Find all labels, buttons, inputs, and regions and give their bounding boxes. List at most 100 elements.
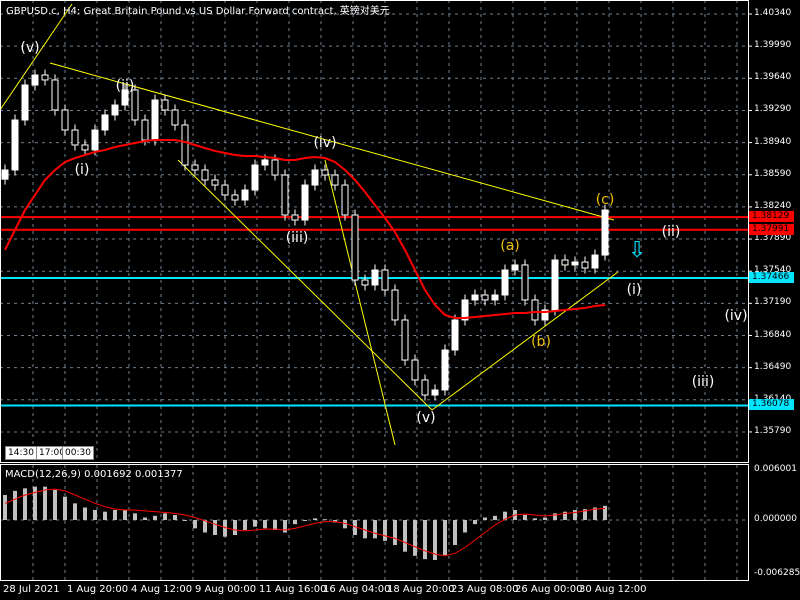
candle-body [91,129,99,151]
candle-body [591,254,599,269]
candle-body [321,169,329,176]
macd-bar [3,495,7,520]
candle-body [271,159,279,176]
time-box: 00:30 [62,446,94,460]
macd-bar [383,520,387,541]
y-tick-label: 1.38240 [754,200,792,211]
candle-body [491,294,499,301]
candle-body [431,389,439,396]
y-tick-label: 1.35790 [754,425,792,436]
candle-body [531,299,539,321]
macd-bar [103,511,107,520]
candle-body [381,269,389,291]
wave-label: (iii) [285,230,309,246]
macd-bar [73,503,77,520]
x-tick-label: 16 Aug 04:00 [323,584,391,595]
candle-body [511,264,519,271]
macd-bar [183,520,187,521]
candle-body [61,109,69,131]
macd-bar [303,520,307,521]
macd-bar [43,486,47,520]
wave-label: (i) [74,162,90,178]
macd-bar [523,515,527,520]
candle-body [201,169,209,181]
macd-bar [443,520,447,555]
macd-bar [143,517,147,520]
macd-bar [113,510,117,520]
macd-histogram [3,486,607,560]
macd-bar [403,520,407,552]
candle-body [291,214,299,221]
wave-label: (iii) [691,374,715,390]
macd-bar [243,520,247,530]
candle-body [301,184,309,221]
candle-body [361,279,369,286]
y-tick-label: 1.39990 [754,40,792,51]
candle-body [551,259,559,311]
macd-bar [293,520,297,525]
candle-body [231,194,239,201]
macd-bar [533,518,537,520]
candle-body [391,289,399,321]
wave-label: (ii) [115,78,135,94]
macd-bar [63,496,67,520]
y-tick-label: 1.36840 [754,329,792,340]
candle-body [571,261,579,266]
macd-bar [83,507,87,520]
wave-label: (iv) [313,135,337,151]
candle-body [311,169,319,186]
candle-body [261,159,269,166]
macd-bar [373,520,377,539]
candle-body [561,259,569,266]
macd-bar [463,520,467,533]
macd-bar [393,520,397,545]
candle-body [141,119,149,141]
candle-body [81,144,89,151]
candle-body [211,179,219,186]
macd-bar [413,520,417,556]
candle-body [521,264,529,301]
macd-bar [123,510,127,520]
macd-bar [483,517,487,520]
candle-body [101,114,109,131]
macd-bar [493,515,497,520]
x-tick-label: 26 Aug 00:00 [515,584,583,595]
candle-body [471,294,479,301]
wave-label: (i) [626,282,642,298]
price-level-tag: 1.37466 [749,271,794,283]
x-tick-label: 28 Jul 2021 [3,584,60,595]
price-level-tag: 1.38129 [749,211,794,223]
candle-body [281,174,289,216]
wave-label: (a) [500,238,520,254]
macd-bar [163,513,167,520]
x-tick-label: 4 Aug 12:00 [131,584,193,595]
candle-body [421,379,429,396]
candle-body [601,209,609,256]
candle-body [411,359,419,381]
macd-bar [233,520,237,535]
candle-body [31,74,39,86]
candle-body [131,89,139,121]
y-tick-label: 1.39640 [754,72,792,83]
wave-label: (c) [595,192,615,208]
candle-body [221,184,229,196]
candle-body [151,99,159,141]
macd-bar [23,488,27,520]
candle-body [51,79,59,111]
candle-body [241,189,249,201]
candle-body [191,164,199,171]
y-tick-label: 1.37190 [754,297,792,308]
macd-bar [283,520,287,533]
candle-body [341,184,349,216]
macd-bar [203,520,207,533]
trendline [0,3,73,111]
macd-bar [93,510,97,520]
macd-signal-line [4,488,606,557]
wave-label: (v) [416,410,436,426]
macd-bar [423,520,427,560]
macd-bar [53,490,57,520]
candle-body [111,104,119,116]
macd-bar [323,519,327,521]
macd-bar [313,518,317,520]
candle-body [1,169,9,180]
